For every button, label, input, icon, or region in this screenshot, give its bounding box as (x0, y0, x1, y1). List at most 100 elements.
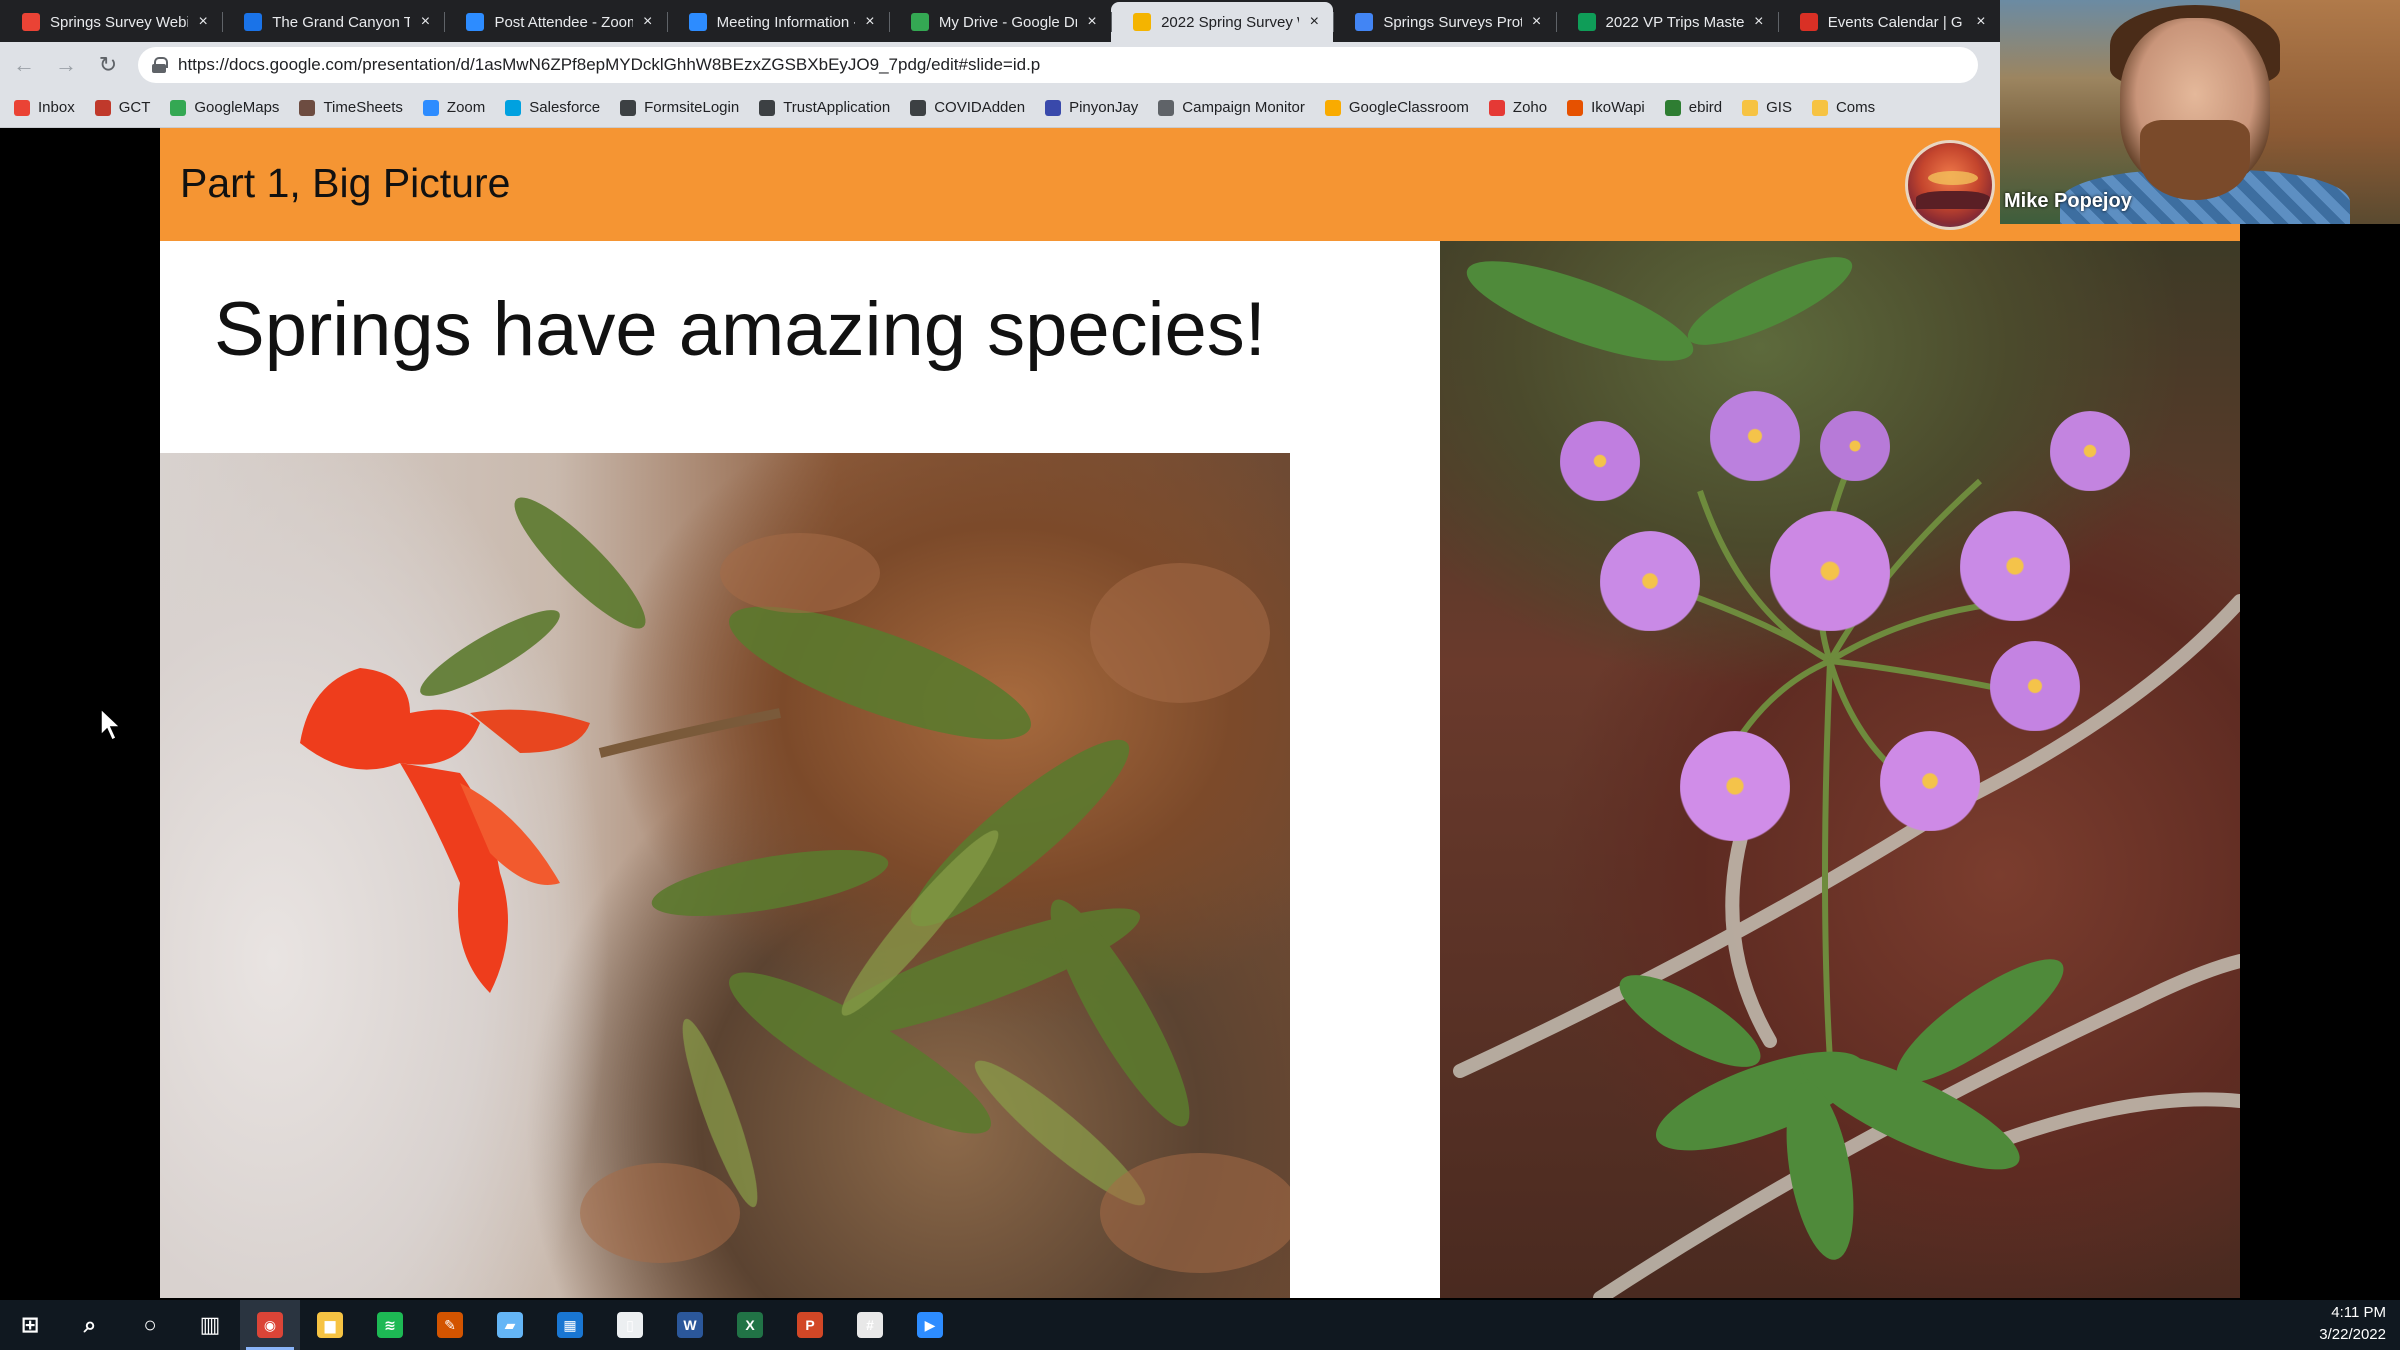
desktop-screen: Springs Survey Webin × The Grand Canyon Tr… (0, 0, 2400, 1350)
powerpoint-icon: P (797, 1312, 823, 1338)
close-tab-icon[interactable]: × (416, 13, 434, 31)
taskbar-button[interactable]: ▰ (480, 1300, 540, 1350)
taskbar-button[interactable]: ▆ (300, 1300, 360, 1350)
taskbar-button[interactable]: ≋ (360, 1300, 420, 1350)
mouse-cursor-icon (100, 708, 122, 742)
close-tab-icon[interactable]: × (861, 13, 879, 31)
close-tab-icon[interactable]: × (1972, 13, 1990, 31)
search-icon: ⌕ (83, 1312, 97, 1337)
bookmark-item[interactable]: TrustApplication (759, 99, 890, 116)
bookmark-item[interactable]: Salesforce (505, 99, 600, 116)
bookmark-item[interactable]: COVIDAdden (910, 99, 1025, 116)
address-bar[interactable]: https://docs.google.com/presentation/d/1… (138, 47, 1978, 83)
list-icon (910, 99, 927, 116)
primrose-illustration (1453, 257, 2240, 1298)
bookmark-item[interactable]: Zoom (422, 99, 486, 116)
bookmark-item[interactable]: TimeSheets (299, 99, 403, 116)
bookmark-item[interactable]: FormsiteLogin (620, 99, 739, 116)
close-tab-icon[interactable]: × (1305, 13, 1323, 31)
taskbar-button[interactable]: ▶ (900, 1300, 960, 1350)
close-tab-icon[interactable]: × (639, 13, 657, 31)
browser-tab[interactable]: 2022 Spring Survey W × (1111, 2, 1334, 42)
taskbar-button[interactable]: ○ (120, 1300, 180, 1350)
zoom-speaker-name: Mike Popejoy (2004, 190, 2132, 212)
timesheets-icon (299, 99, 316, 116)
chrome-browser-window: Springs Survey Webin × The Grand Canyon Tr… (0, 0, 2000, 128)
browser-tab-label: 2022 Spring Survey W (1161, 13, 1300, 31)
zoom-icon (422, 99, 439, 116)
bookmark-item[interactable]: Inbox (14, 99, 75, 116)
purple-primrose-photo (1440, 241, 2240, 1298)
taskbar-button[interactable]: P (780, 1300, 840, 1350)
bookmark-item[interactable]: GCT (94, 99, 150, 116)
taskbar-button[interactable]: ⊞ (0, 1300, 60, 1350)
taskbar-button[interactable]: ⌕ (60, 1300, 120, 1350)
browser-tab-label: Springs Survey Webin (50, 13, 189, 31)
bookmark-label: Inbox (38, 99, 75, 116)
zoom-icon (466, 13, 485, 31)
system-clock[interactable]: 4:11 PM 3/22/2022 (2319, 1302, 2386, 1346)
taskbar-button[interactable]: # (840, 1300, 900, 1350)
taskbar-button[interactable]: ▯ (600, 1300, 660, 1350)
browser-tab[interactable]: Springs Surveys Proto × (1333, 2, 1555, 42)
bookmark-item[interactable]: Zoho (1488, 99, 1547, 116)
primrose-flower (1770, 511, 1890, 631)
taskbar-button[interactable]: ▦ (540, 1300, 600, 1350)
bookmark-label: Campaign Monitor (1182, 99, 1305, 116)
browser-tab[interactable]: Meeting Information - × (666, 2, 889, 42)
folder-icon (1811, 99, 1828, 116)
spotify-icon: ≋ (377, 1312, 403, 1338)
task-view-icon: ▥ (199, 1312, 221, 1337)
reload-icon[interactable]: ↻ (90, 47, 126, 83)
bookmark-item[interactable]: IkoWapi (1567, 99, 1645, 116)
red-flower-illustration (300, 497, 1290, 1273)
bookmark-item[interactable]: GoogleMaps (170, 99, 279, 116)
windows-taskbar: ⊞ ⌕ ○ ▥ ◉ ▆ ≋ ✎ ▰ ▦ ▯ W X P # ▶ (0, 1300, 2400, 1350)
forward-arrow-icon[interactable]: → (48, 47, 84, 83)
taskbar-button[interactable]: ▥ (180, 1300, 240, 1350)
close-tab-icon[interactable]: × (1083, 13, 1101, 31)
slide-section-title: Part 1, Big Picture (180, 160, 511, 206)
bookmark-item[interactable]: PinyonJay (1045, 99, 1138, 116)
bookmark-item[interactable]: ebird (1664, 99, 1722, 116)
lock-icon[interactable] (152, 57, 168, 73)
taskbar-button[interactable]: W (660, 1300, 720, 1350)
notes-icon: ▰ (497, 1312, 523, 1338)
cortana-icon: ○ (143, 1312, 157, 1337)
browser-tab[interactable]: Events Calendar | G × (1777, 2, 2000, 42)
close-tab-icon[interactable]: × (194, 13, 212, 31)
bookmark-item[interactable]: GIS (1742, 99, 1792, 116)
browser-tab[interactable]: My Drive - Google Dr × (888, 2, 1111, 42)
back-arrow-icon[interactable]: ← (6, 47, 42, 83)
browser-tab[interactable]: Post Attendee - Zoom × (444, 2, 666, 42)
google-sheets-icon (1577, 13, 1596, 31)
browser-tab[interactable]: 2022 VP Trips MasterF × (1555, 2, 1778, 42)
bookmark-label: GIS (1766, 99, 1792, 116)
notepad-icon: ▯ (617, 1312, 643, 1338)
paint-icon: ✎ (437, 1312, 463, 1338)
bookmark-label: Salesforce (529, 99, 601, 116)
bookmark-label: FormsiteLogin (644, 99, 740, 116)
close-tab-icon[interactable]: × (1528, 13, 1546, 31)
gmail-icon (22, 13, 40, 31)
campaign-monitor-icon (1158, 99, 1175, 116)
list-icon (759, 99, 776, 116)
bookmark-label: Zoom (446, 99, 486, 116)
browser-tab[interactable]: Springs Survey Webin × (0, 2, 222, 42)
close-tab-icon[interactable]: × (1750, 13, 1768, 31)
browser-tab-label: Springs Surveys Proto (1383, 13, 1522, 31)
calendar-icon (244, 13, 263, 31)
browser-tab-label: Post Attendee - Zoom (494, 13, 633, 31)
google-drive-icon (910, 13, 929, 31)
excel-icon: X (737, 1312, 763, 1338)
bookmarks-bar: Inbox GCT GoogleMaps TimeSheets Zoom Salesfor… (0, 88, 2000, 128)
zoom-icon (688, 13, 707, 31)
browser-tab[interactable]: The Grand Canyon Tru × (222, 2, 444, 42)
bookmark-item[interactable]: GoogleClassroom (1324, 99, 1469, 116)
taskbar-button[interactable]: ◉ (240, 1300, 300, 1350)
taskbar-button[interactable]: ✎ (420, 1300, 480, 1350)
bookmark-item[interactable]: Campaign Monitor (1158, 99, 1305, 116)
bookmark-item[interactable]: Coms (1811, 99, 1875, 116)
taskbar-button[interactable]: X (720, 1300, 780, 1350)
slide-heading: Springs have amazing species! (214, 287, 1266, 372)
